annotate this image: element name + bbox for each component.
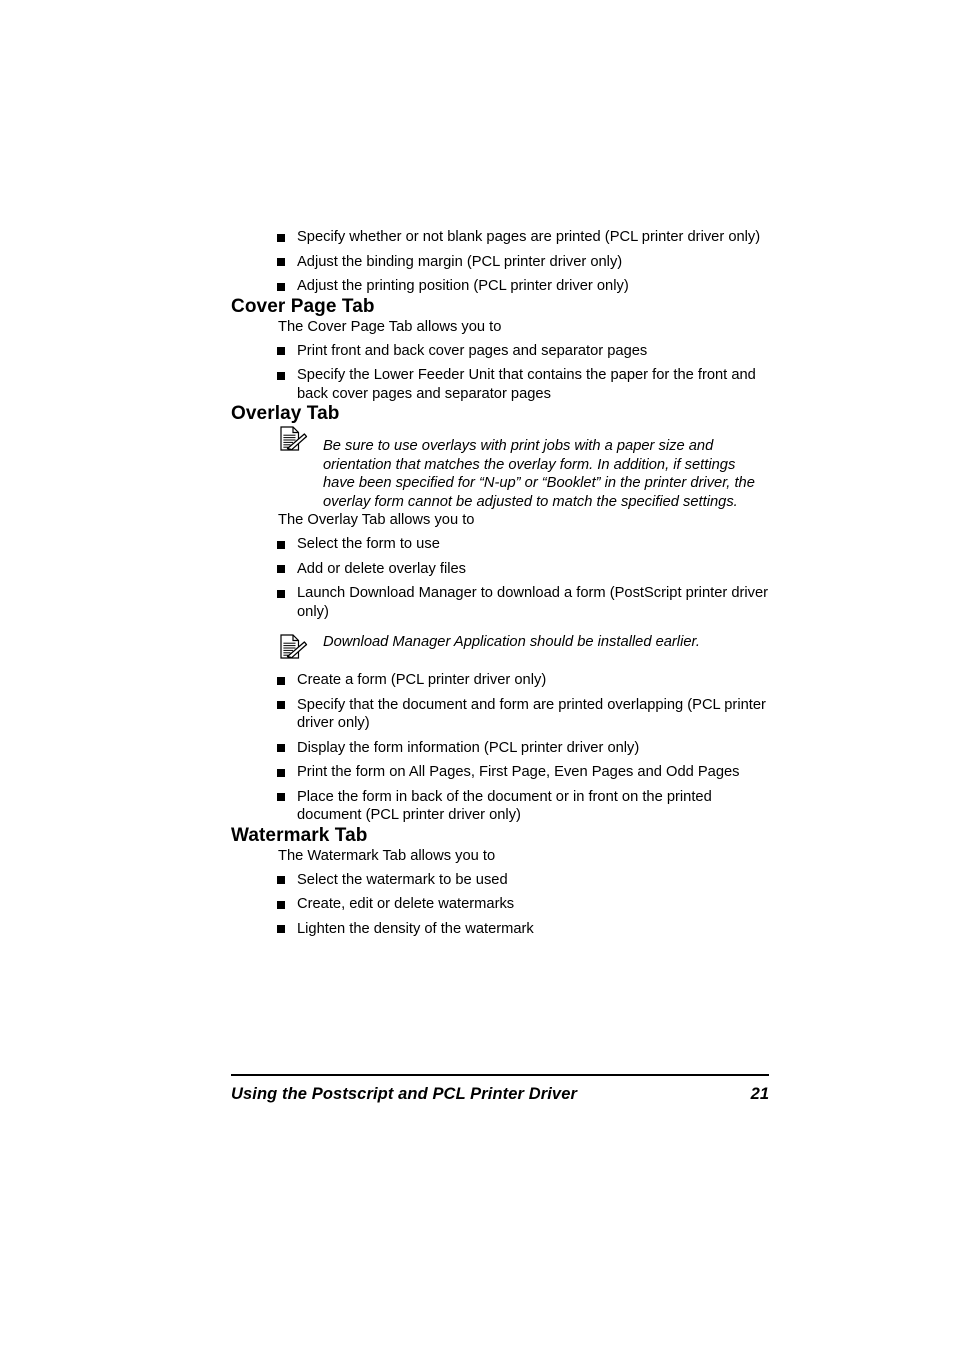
filled-square-bullet-icon	[277, 233, 285, 242]
list-item: Place the form in back of the document o…	[277, 788, 771, 825]
filled-square-bullet-icon	[277, 282, 285, 291]
list-item: Specify whether or not blank pages are p…	[277, 228, 771, 247]
section-heading-overlay-tab: Overlay Tab	[231, 403, 340, 424]
list-item-label: Select the watermark to be used	[297, 871, 508, 888]
list-item-label: Place the form in back of the document o…	[297, 788, 712, 824]
overlay-tab-bullet-list-upper: Select the form to use Add or delete ove…	[277, 535, 771, 621]
overlay-tab-bullet-list-lower: Create a form (PCL printer driver only) …	[277, 671, 771, 825]
note-block-overlay-orientation: Be sure to use overlays with print jobs …	[279, 425, 771, 511]
watermark-tab-bullet-list: Select the watermark to be used Create, …	[277, 871, 771, 939]
list-item-label: Display the form information (PCL printe…	[297, 739, 640, 756]
list-item-label: Adjust the printing position (PCL printe…	[297, 278, 629, 294]
list-item: Add or delete overlay files	[277, 560, 771, 579]
filled-square-bullet-icon	[277, 589, 285, 598]
filled-square-bullet-icon	[277, 258, 285, 266]
list-item: Print the form on All Pages, First Page,…	[277, 763, 771, 782]
section-heading-cover-page-tab: Cover Page Tab	[231, 295, 375, 317]
filled-square-bullet-icon	[277, 347, 285, 355]
list-item-label: Adjust the binding margin (PCL printer d…	[297, 253, 623, 270]
list-item: Display the form information (PCL printe…	[277, 739, 771, 758]
list-item: Select the watermark to be used	[277, 871, 771, 890]
footer-title: Using the Postscript and PCL Printer Dri…	[231, 1084, 577, 1103]
list-item-label: Add or delete overlay files	[297, 560, 466, 577]
list-item: Create a form (PCL printer driver only)	[277, 671, 771, 690]
list-item: Launch Download Manager to download a fo…	[277, 584, 771, 621]
document-page: Specify whether or not blank pages are p…	[0, 0, 954, 1350]
filled-square-bullet-icon	[277, 793, 285, 802]
note-text: Download Manager Application should be i…	[323, 634, 700, 651]
list-item: Adjust the binding margin (PCL printer d…	[277, 253, 771, 272]
filled-square-bullet-icon	[277, 371, 285, 380]
top-bullet-list: Specify whether or not blank pages are p…	[277, 228, 771, 296]
list-item-label: Lighten the density of the watermark	[297, 920, 534, 937]
section-intro-overlay-tab: The Overlay Tab allows you to	[278, 512, 475, 529]
footer-row: Using the Postscript and PCL Printer Dri…	[231, 1076, 769, 1104]
note-block-download-manager: Download Manager Application should be i…	[279, 621, 771, 659]
note-text: Be sure to use overlays with print jobs …	[323, 438, 755, 510]
list-item-label: Specify that the document and form are p…	[297, 696, 766, 732]
list-item: Create, edit or delete watermarks	[277, 895, 771, 914]
filled-square-bullet-icon	[277, 900, 285, 909]
note-pen-document-icon	[279, 426, 311, 452]
list-item: Select the form to use	[277, 535, 771, 554]
section-intro-watermark-tab: The Watermark Tab allows you to	[278, 847, 496, 864]
cover-page-tab-bullet-list: Print front and back cover pages and sep…	[277, 342, 771, 404]
list-item-label: Print front and back cover pages and sep…	[297, 342, 648, 359]
page-footer: Using the Postscript and PCL Printer Dri…	[231, 1074, 769, 1104]
section-intro-cover-page-tab: The Cover Page Tab allows you to	[278, 318, 502, 335]
page-number: 21	[750, 1084, 769, 1103]
list-item-label: Create, edit or delete watermarks	[297, 896, 515, 913]
filled-square-bullet-icon	[277, 768, 285, 777]
filled-square-bullet-icon	[277, 540, 285, 549]
note-pen-document-icon	[279, 634, 311, 660]
list-item-label: Create a form (PCL printer driver only)	[297, 672, 547, 689]
list-item-label: Specify the Lower Feeder Unit that conta…	[297, 367, 756, 402]
list-item: Specify that the document and form are p…	[277, 696, 771, 733]
list-item-label: Specify whether or not blank pages are p…	[297, 229, 761, 245]
filled-square-bullet-icon	[277, 701, 285, 710]
list-item: Adjust the printing position (PCL printe…	[277, 277, 771, 296]
page-content: Specify whether or not blank pages are p…	[231, 222, 771, 938]
list-item: Lighten the density of the watermark	[277, 920, 771, 939]
list-item: Specify the Lower Feeder Unit that conta…	[277, 366, 771, 403]
section-heading-watermark-tab: Watermark Tab	[231, 824, 368, 846]
filled-square-bullet-icon	[277, 565, 285, 574]
list-item-label: Select the form to use	[297, 536, 440, 553]
filled-square-bullet-icon	[277, 925, 285, 934]
filled-square-bullet-icon	[277, 876, 285, 885]
filled-square-bullet-icon	[277, 676, 285, 685]
list-item-label: Print the form on All Pages, First Page,…	[297, 764, 740, 781]
filled-square-bullet-icon	[277, 744, 285, 753]
list-item: Print front and back cover pages and sep…	[277, 342, 771, 361]
list-item-label: Launch Download Manager to download a fo…	[297, 585, 769, 620]
